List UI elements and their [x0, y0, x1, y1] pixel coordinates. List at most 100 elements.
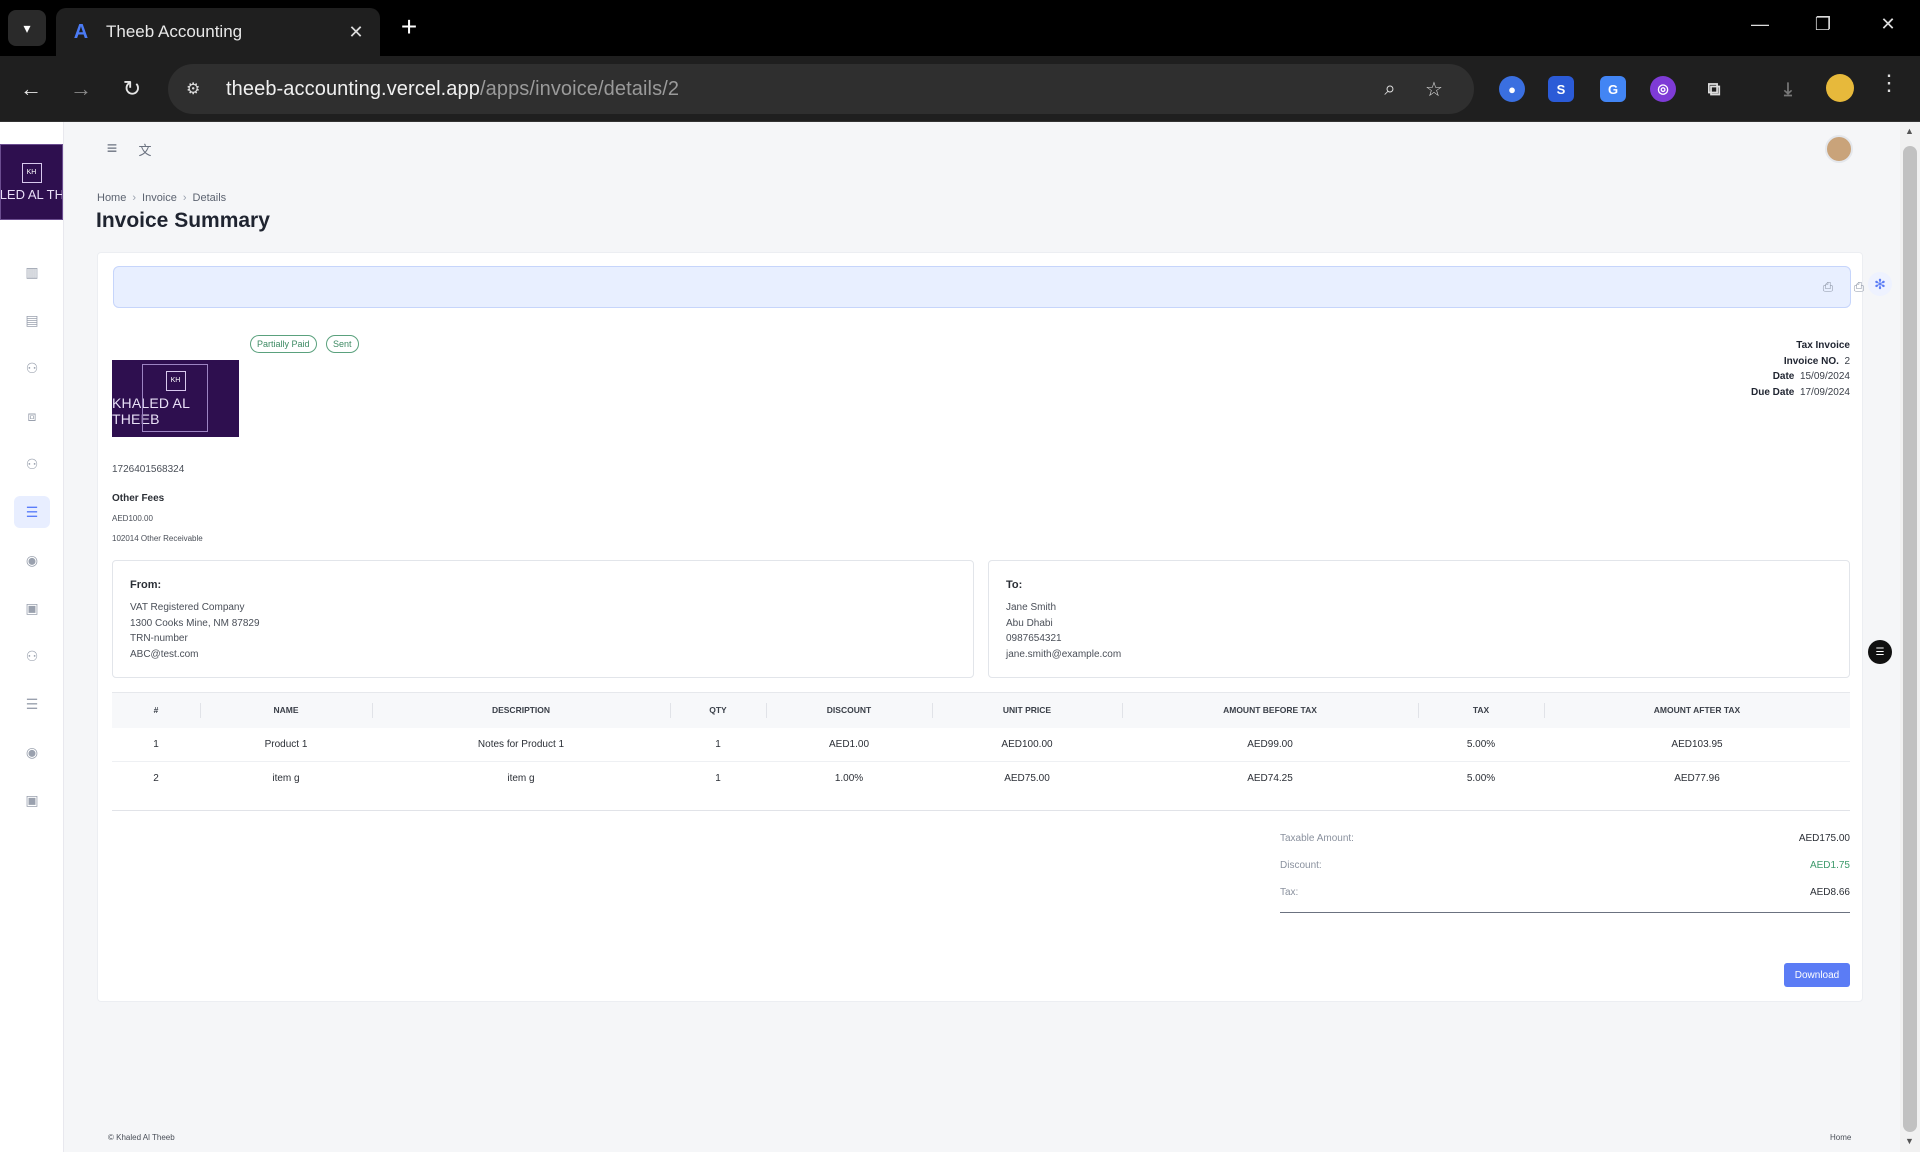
table-cell: item g — [507, 773, 535, 785]
chart-icon[interactable]: ▥ — [20, 260, 44, 284]
restore-icon[interactable]: ❐ — [1808, 14, 1838, 35]
other-fees-account: 102014 Other Receivable — [112, 534, 203, 543]
bookmark-star-icon[interactable]: ☆ — [1412, 77, 1456, 102]
scroll-down-arrow-icon[interactable]: ▼ — [1905, 1136, 1914, 1146]
extensions-puzzle-icon[interactable]: ⧉ — [1701, 76, 1727, 102]
table-cell: 1 — [715, 773, 721, 785]
status-badge: Sent — [326, 335, 359, 353]
column-header: AMOUNT AFTER TAX — [1544, 692, 1850, 728]
invoice-totals: Taxable Amount: AED175.00 Discount: AED1… — [1280, 825, 1850, 913]
site-info-icon[interactable]: ⚙ — [186, 79, 216, 99]
users-icon[interactable]: ⚇ — [20, 356, 44, 380]
pdf-icon[interactable]: ⎙ — [1819, 279, 1837, 295]
payments-icon[interactable]: ◉ — [20, 740, 44, 764]
column-header: UNIT PRICE — [932, 692, 1122, 728]
table-cell: 5.00% — [1418, 727, 1544, 762]
chrome-menu-icon[interactable]: ⋮ — [1878, 70, 1900, 96]
close-icon[interactable]: ✕ — [346, 22, 366, 43]
breadcrumb-invoice[interactable]: Invoice — [142, 192, 177, 204]
translate-icon[interactable]: G — [1600, 76, 1626, 102]
from-line: ABC@test.com — [130, 648, 199, 660]
table-cell: 5.00% — [1466, 773, 1496, 785]
table-cell: AED75.00 — [1004, 773, 1050, 785]
invoice-items-table: # NAME DESCRIPTION QTY DISCOUNT UNIT PRI… — [112, 692, 1850, 796]
footer-home-link[interactable]: Home — [1830, 1133, 1851, 1142]
table-cell: item g — [272, 773, 300, 785]
products-icon[interactable]: ⧈ — [20, 404, 44, 428]
arrow-left-icon: ← — [20, 76, 42, 101]
table-cell: Product 1 — [200, 727, 372, 762]
invoice-icon[interactable]: ☰ — [14, 496, 50, 528]
table-cell: AED1.00 — [766, 727, 932, 762]
chrome-profile-avatar[interactable] — [1826, 74, 1854, 102]
divider — [1280, 912, 1850, 913]
browser-tab[interactable]: A Theeb Accounting ✕ — [56, 8, 380, 56]
print-icon[interactable]: ⎙ — [1850, 279, 1868, 295]
download-button[interactable]: Download — [1784, 963, 1850, 987]
table-cell: 1.00% — [834, 773, 864, 785]
taxable-amount-row: Taxable Amount: AED175.00 — [1280, 825, 1850, 852]
url-text[interactable]: theeb-accounting.vercel.app/apps/invoice… — [226, 78, 1368, 101]
column-header: DESCRIPTION — [372, 692, 670, 728]
forward-button[interactable]: → — [64, 72, 98, 106]
table-row: 2 item g item g 1 1.00% AED75.00 AED74.2… — [112, 762, 1850, 796]
reports-icon[interactable]: ▣ — [20, 788, 44, 812]
table-row: 1 Product 1 Notes for Product 1 1 AED1.0… — [112, 727, 1850, 762]
logo-mark-icon: KH — [21, 162, 42, 183]
chevron-right-icon: › — [182, 192, 187, 204]
hamburger-menu-icon[interactable]: ≡ — [100, 138, 124, 159]
to-line: Abu Dhabi — [1006, 617, 1053, 629]
tab-search-button[interactable]: ▾ — [8, 10, 46, 46]
window-close-icon[interactable]: ✕ — [1873, 14, 1903, 35]
bills-icon[interactable]: ☰ — [20, 692, 44, 716]
invoice-card: ⎙ ⎙ Partially Paid Sent KH KHALED AL THE… — [97, 252, 1864, 1002]
reload-icon: ↻ — [122, 76, 142, 101]
table-cell: 2 — [153, 773, 159, 785]
address-bar[interactable]: ⚙ theeb-accounting.vercel.app/apps/invoi… — [168, 64, 1474, 114]
discount-label: Discount: — [1280, 860, 1322, 871]
table-cell: AED103.95 — [1544, 727, 1850, 762]
clipboard-icon[interactable]: ▣ — [20, 596, 44, 620]
sidebar-logo[interactable]: KH KHALED AL THEEB — [0, 144, 63, 220]
avatar[interactable] — [1825, 135, 1853, 163]
breadcrumb-home[interactable]: Home — [97, 192, 126, 204]
back-button[interactable]: ← — [14, 72, 48, 106]
favicon-icon: A — [73, 20, 89, 43]
sidebar: KH KHALED AL THEEB ▥ ▤ ⚇ ⧈ ⚇ ☰ ◉ ▣ ⚇ ☰ ◉… — [0, 122, 64, 1152]
scroll-up-arrow-icon[interactable]: ▲ — [1905, 126, 1914, 136]
tax-label: Tax: — [1280, 887, 1299, 898]
invoice-actions-bar: ⎙ ⎙ — [113, 266, 1864, 308]
table-cell: Notes for Product 1 — [372, 727, 670, 762]
to-address: To: Jane Smith Abu Dhabi 0987654321 jane… — [988, 560, 1850, 678]
extension-1-icon[interactable]: ● — [1499, 76, 1525, 102]
coins-icon[interactable]: ◉ — [20, 548, 44, 572]
download-icon[interactable]: ⤓ — [1775, 76, 1801, 102]
chat-widget-icon[interactable]: ☰ — [1868, 640, 1892, 664]
other-fees-amount: AED100.00 — [112, 514, 153, 523]
table-cell: 1 — [112, 727, 200, 762]
invoice-due-date: 17/09/2024 — [1799, 386, 1850, 398]
url-path: /apps/invoice/details/2 — [479, 77, 680, 100]
logo-frame — [142, 364, 208, 432]
breadcrumb-details: Details — [192, 192, 227, 204]
from-address: From: VAT Registered Company 1300 Cooks … — [112, 560, 974, 678]
new-tab-button[interactable]: + — [394, 12, 424, 42]
from-line: 1300 Cooks Mine, NM 87829 — [130, 617, 260, 629]
url-host: theeb-accounting.vercel.app — [226, 77, 480, 100]
document-icon[interactable]: ▤ — [20, 308, 44, 332]
customers-icon[interactable]: ⚇ — [20, 452, 44, 476]
reload-button[interactable]: ↻ — [115, 72, 149, 106]
zoom-icon[interactable]: ⌕ — [1368, 78, 1412, 101]
extension-color-icon[interactable]: ◎ — [1650, 76, 1676, 102]
table-cell: AED99.00 — [1122, 727, 1418, 762]
language-icon[interactable]: 文 — [133, 140, 157, 159]
discount-row: Discount: AED1.75 — [1280, 852, 1850, 879]
extension-s-icon[interactable]: S — [1548, 76, 1574, 102]
column-header: QTY — [670, 692, 766, 728]
scrollbar-thumb[interactable] — [1903, 146, 1917, 1132]
suppliers-icon[interactable]: ⚇ — [20, 644, 44, 668]
settings-gear-icon[interactable]: ✻ — [1868, 272, 1892, 296]
minimize-icon[interactable]: — — [1745, 14, 1775, 35]
tax-row: Tax: AED8.66 — [1280, 879, 1850, 906]
invoice-meta: Tax Invoice Invoice NO. 2 Date 15/09/202… — [1751, 338, 1850, 400]
